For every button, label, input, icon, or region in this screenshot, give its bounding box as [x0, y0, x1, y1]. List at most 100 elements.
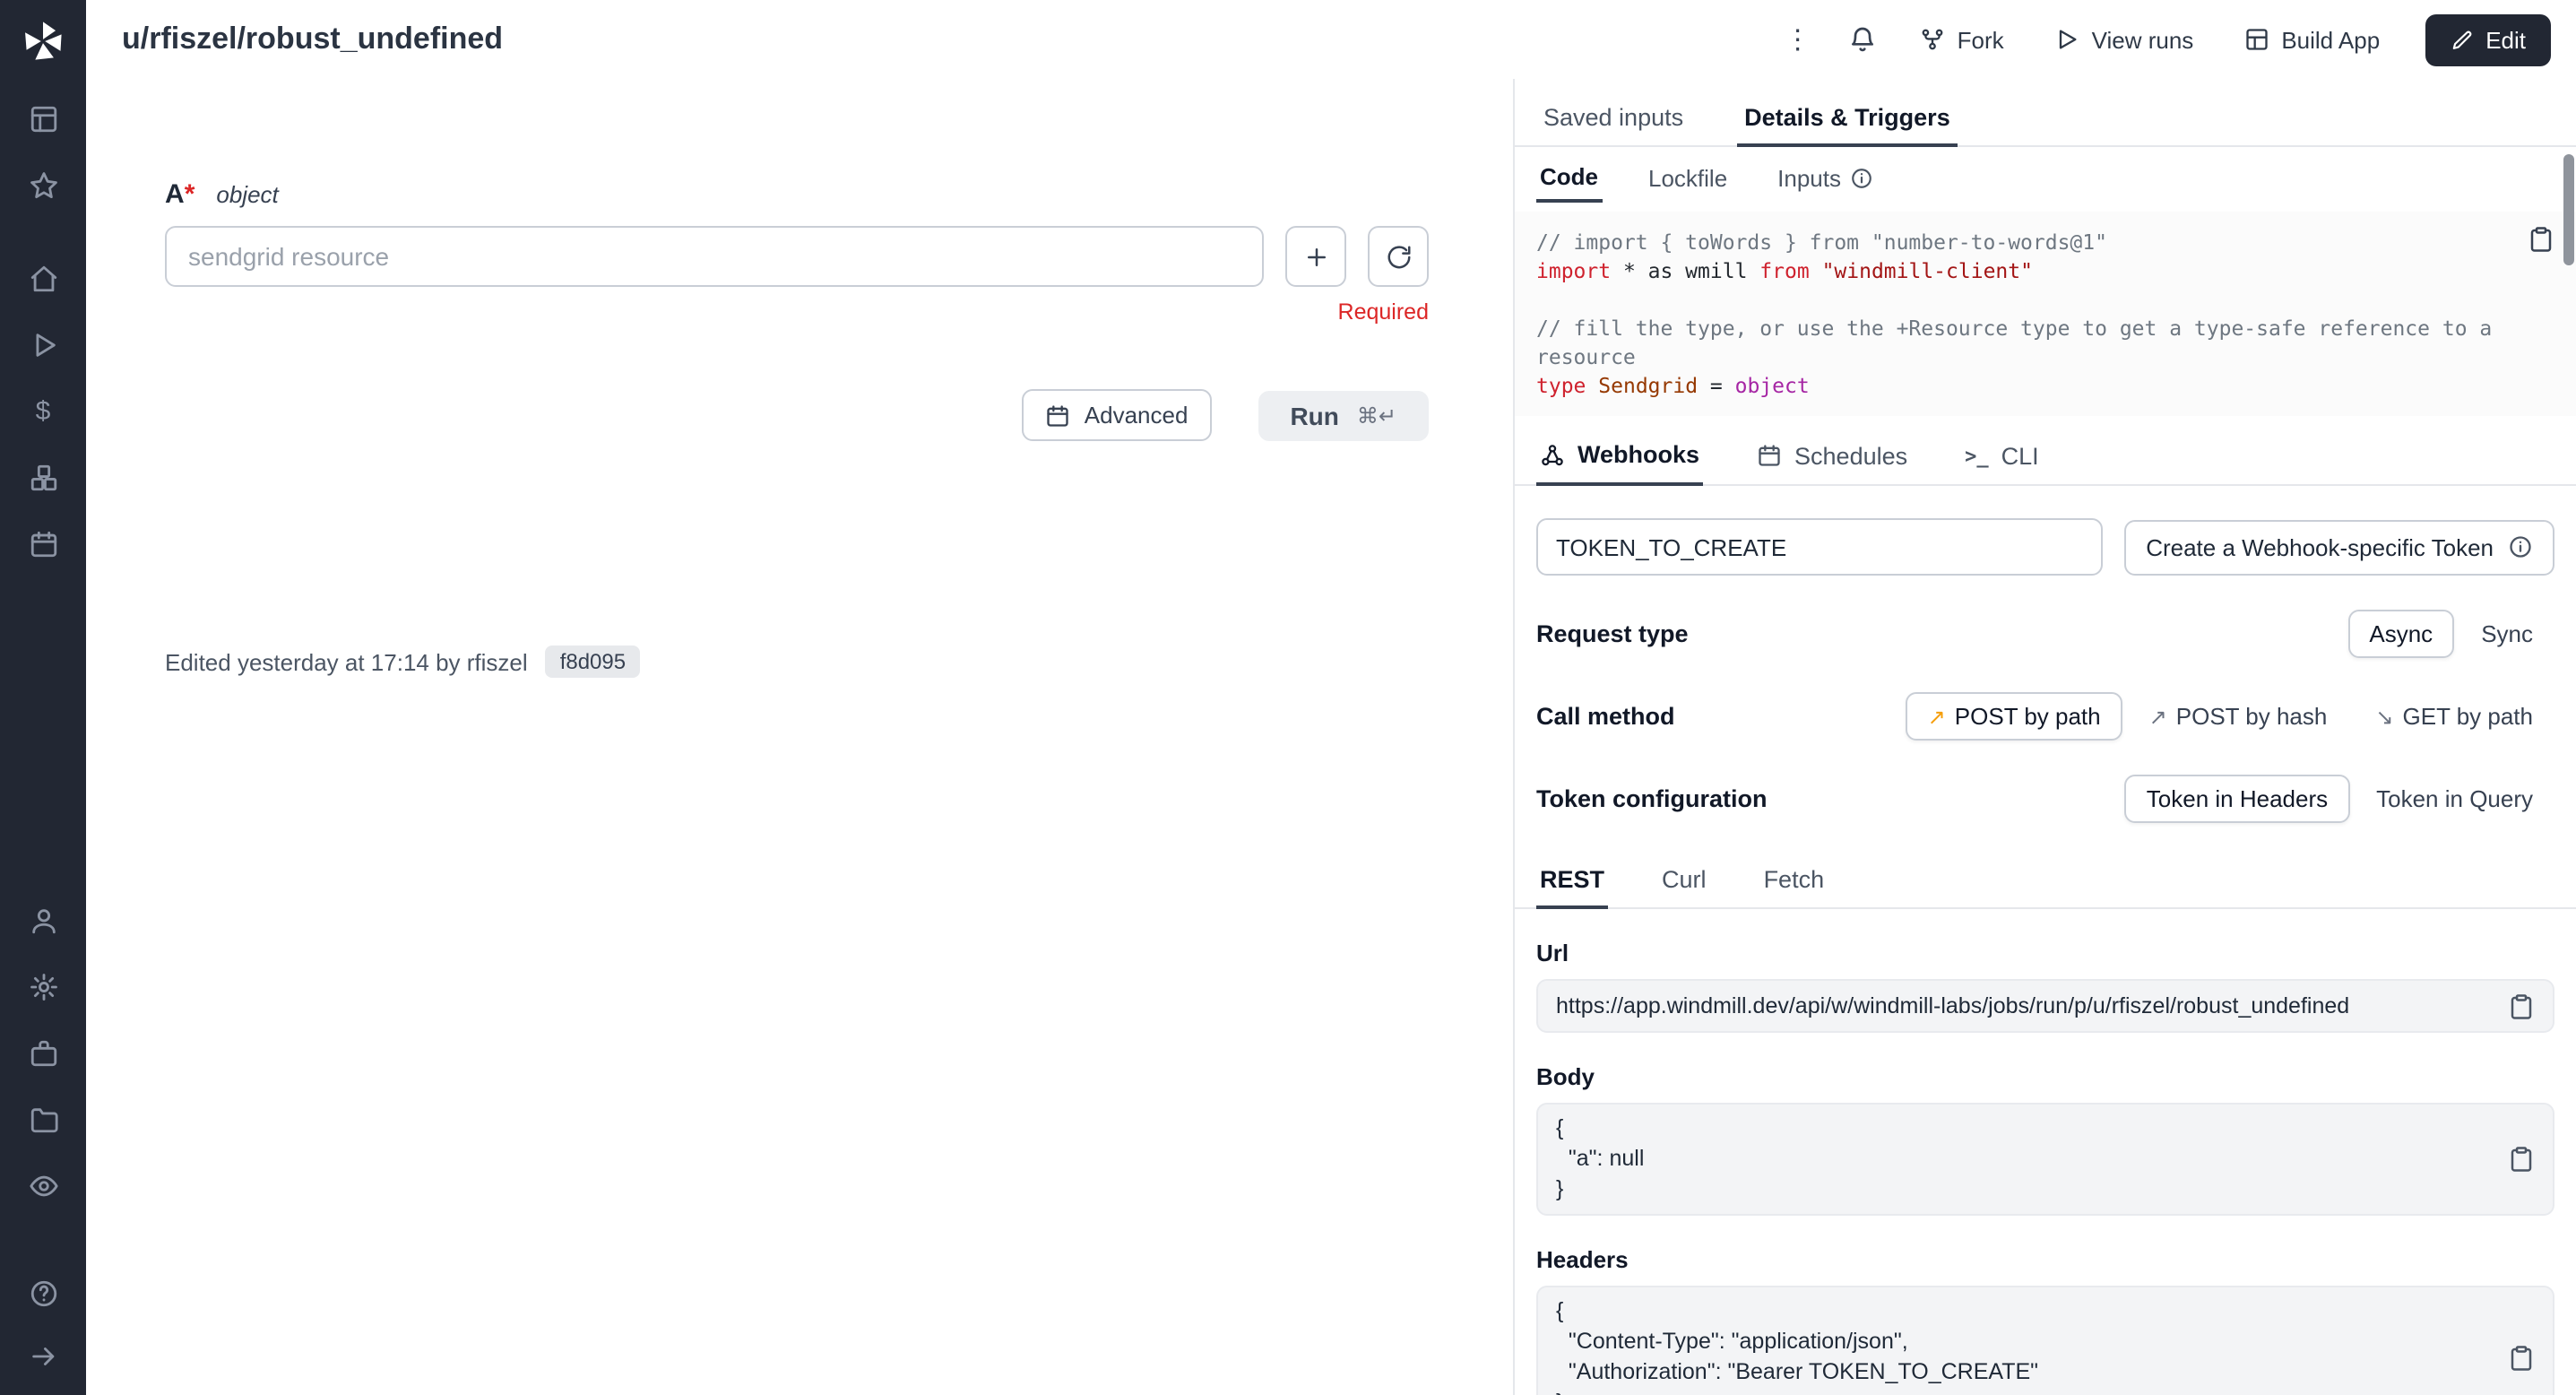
token-configuration-row: Token configuration Token in Headers Tok…	[1536, 775, 2554, 823]
field-type: object	[216, 181, 278, 208]
variables-dollar-icon[interactable]: $	[25, 393, 61, 429]
clipboard-icon	[2508, 1146, 2535, 1173]
request-type-group: Async Sync	[2347, 610, 2554, 658]
code-viewer: // import { toWords } from "number-to-wo…	[1515, 212, 2576, 416]
token-input[interactable]	[1536, 518, 2103, 576]
snippet-tabs: REST Curl Fetch	[1515, 859, 2576, 909]
call-method-label: Call method	[1536, 703, 1675, 730]
fork-button[interactable]: Fork	[1900, 15, 2024, 64]
edited-text: Edited yesterday at 17:14 by rfiszel	[165, 648, 528, 675]
tab-saved-inputs[interactable]: Saved inputs	[1536, 93, 1690, 145]
copy-code-button[interactable]	[2528, 226, 2554, 253]
runs-play-icon[interactable]	[25, 326, 61, 362]
request-type-sync[interactable]: Sync	[2459, 610, 2554, 658]
token-configuration-label: Token configuration	[1536, 785, 1768, 812]
resources-boxes-icon[interactable]	[25, 459, 61, 495]
request-type-label: Request type	[1536, 620, 1689, 647]
panel-tabs: Saved inputs Details & Triggers	[1515, 79, 2576, 147]
calendar-icon	[1045, 403, 1070, 428]
calendar-icon	[1757, 443, 1782, 468]
windmill-logo[interactable]	[20, 0, 66, 82]
add-resource-button[interactable]	[1285, 226, 1346, 287]
refresh-button[interactable]	[1368, 226, 1429, 287]
create-webhook-token-button[interactable]: Create a Webhook-specific Token	[2124, 519, 2554, 575]
request-type-async[interactable]: Async	[2347, 610, 2454, 658]
edit-button[interactable]: Edit	[2425, 13, 2551, 65]
arrow-up-right-icon: ↗	[2149, 706, 2167, 727]
token-in-query[interactable]: Token in Query	[2355, 775, 2554, 823]
pencil-icon	[2450, 28, 2473, 51]
webhook-icon	[1540, 442, 1565, 467]
help-icon[interactable]	[25, 1275, 61, 1311]
info-icon	[1850, 167, 1873, 190]
view-runs-label: View runs	[2092, 26, 2194, 53]
build-app-button[interactable]: Build App	[2224, 15, 2399, 64]
version-hash-badge[interactable]: f8d095	[546, 646, 640, 678]
token-in-headers[interactable]: Token in Headers	[2125, 775, 2349, 823]
tab-cli[interactable]: >_ CLI	[1961, 430, 2043, 484]
run-button[interactable]: Run ⌘↵	[1258, 390, 1429, 440]
url-label: Url	[1536, 940, 2554, 966]
page-title: u/rfiszel/robust_undefined	[122, 22, 503, 57]
tab-code[interactable]: Code	[1536, 156, 1602, 203]
tab-webhooks[interactable]: Webhooks	[1536, 430, 1703, 486]
code-tabs: Code Lockfile Inputs	[1536, 156, 2554, 203]
run-label: Run	[1290, 401, 1338, 429]
kebab-icon: ⋮	[1785, 23, 1811, 56]
call-method-get-by-path[interactable]: ↘ GET by path	[2354, 692, 2554, 741]
notifications-button[interactable]	[1836, 13, 1889, 66]
headers-box: { "Content-Type": "application/json", "A…	[1536, 1286, 2554, 1395]
more-menu-button[interactable]: ⋮	[1771, 13, 1825, 66]
settings-gear-icon[interactable]	[25, 968, 61, 1004]
collapse-arrow-icon[interactable]	[25, 1338, 61, 1373]
body-label: Body	[1536, 1063, 2554, 1090]
tab-fetch[interactable]: Fetch	[1760, 859, 1828, 907]
resource-input[interactable]	[165, 226, 1264, 287]
field-name: A	[165, 179, 185, 210]
call-method-post-by-hash[interactable]: ↗ POST by hash	[2128, 692, 2349, 741]
token-configuration-group: Token in Headers Token in Query	[2125, 775, 2554, 823]
field-header: A* object	[165, 179, 1429, 210]
schedules-calendar-icon[interactable]	[25, 525, 61, 561]
sidebar: $	[0, 0, 86, 1395]
advanced-button[interactable]: Advanced	[1022, 389, 1212, 441]
layout-icon	[2243, 27, 2269, 52]
terminal-icon: >_	[1965, 444, 1989, 467]
tab-inputs[interactable]: Inputs	[1774, 158, 1877, 201]
tab-curl[interactable]: Curl	[1658, 859, 1710, 907]
tab-details-triggers[interactable]: Details & Triggers	[1737, 93, 1958, 147]
run-form-pane: A* object Required Advanced	[86, 79, 1515, 1395]
copy-body-button[interactable]	[2508, 1146, 2535, 1173]
headers-label: Headers	[1536, 1246, 2554, 1273]
bell-icon	[1848, 25, 1877, 54]
plus-icon	[1302, 243, 1329, 270]
fork-label: Fork	[1958, 26, 2004, 53]
copy-headers-button[interactable]	[2508, 1344, 2535, 1371]
call-method-row: Call method ↗ POST by path ↗ POST by has…	[1536, 692, 2554, 741]
call-method-post-by-path[interactable]: ↗ POST by path	[1906, 692, 2122, 741]
tab-rest[interactable]: REST	[1536, 859, 1608, 909]
refresh-icon	[1385, 243, 1412, 270]
user-icon[interactable]	[25, 902, 61, 938]
required-star: *	[185, 179, 195, 210]
tab-lockfile[interactable]: Lockfile	[1645, 158, 1731, 201]
details-pane: Saved inputs Details & Triggers Code Loc…	[1515, 79, 2576, 1395]
workers-briefcase-icon[interactable]	[25, 1035, 61, 1070]
headers-value: { "Content-Type": "application/json", "A…	[1556, 1296, 2494, 1395]
git-fork-icon	[1920, 27, 1945, 52]
copy-url-button[interactable]	[2508, 992, 2535, 1019]
play-icon	[2054, 27, 2079, 52]
build-app-label: Build App	[2281, 26, 2380, 53]
body-value: { "a": null }	[1556, 1113, 2494, 1205]
star-icon[interactable]	[25, 167, 61, 203]
view-runs-button[interactable]: View runs	[2035, 15, 2214, 64]
tab-schedules[interactable]: Schedules	[1753, 430, 1911, 484]
audit-eye-icon[interactable]	[25, 1167, 61, 1203]
grid-icon[interactable]	[25, 100, 61, 136]
home-icon[interactable]	[25, 260, 61, 296]
url-box: https://app.windmill.dev/api/w/windmill-…	[1536, 979, 2554, 1033]
scrollbar-thumb[interactable]	[2563, 154, 2574, 265]
folders-icon[interactable]	[25, 1101, 61, 1137]
trigger-tabs: Webhooks Schedules >_ CLI	[1515, 430, 2576, 486]
code-editor[interactable]: // import { toWords } from "number-to-wo…	[1536, 228, 2515, 400]
